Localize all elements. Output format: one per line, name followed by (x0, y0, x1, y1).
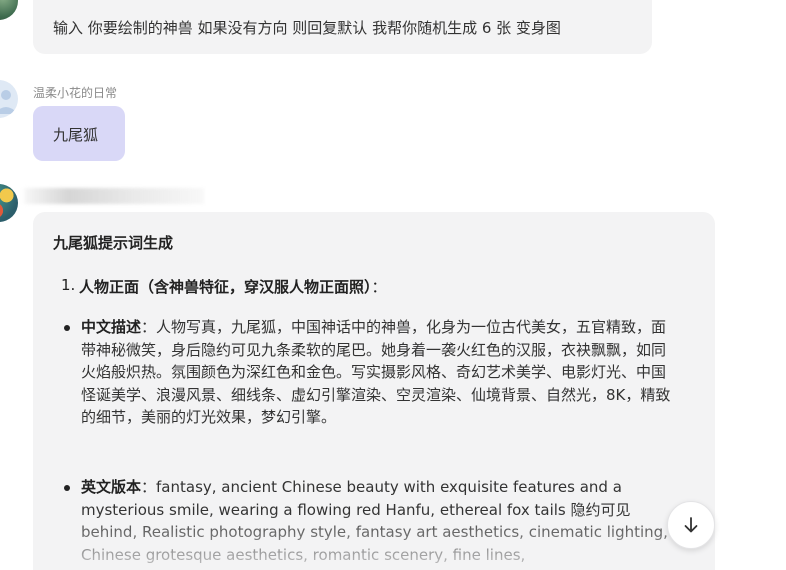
section-1-title-text: 人物正面（含神兽特征，穿汉服人物正面照） (79, 278, 372, 296)
bot-message-bubble: 九尾狐提示词生成 1. 人物正面（含神兽特征，穿汉服人物正面照）： 中文描述：人… (33, 212, 715, 570)
list-item: 英文版本：fantasy, ancient Chinese beauty wit… (64, 476, 671, 566)
section-1-number: 1. (61, 276, 76, 294)
list-item-key: 中文描述 (81, 318, 142, 336)
bot-heading: 九尾狐提示词生成 (53, 234, 174, 252)
user-avatar (0, 80, 18, 118)
user-message-bubble: 九尾狐 (33, 106, 125, 161)
user-message-text: 九尾狐 (53, 126, 99, 144)
list-item-text: 人物写真，九尾狐，中国神话中的神兽，化身为一位古代美女，五官精致，面带神秘微笑，… (81, 318, 671, 427)
list-item: 中文描述：人物写真，九尾狐，中国神话中的神兽，化身为一位古代美女，五官精致，面带… (64, 316, 671, 429)
section-1-suffix: ： (371, 278, 387, 296)
list-item-sep: ： (141, 318, 157, 336)
user-name: 温柔小花的日常 (33, 86, 118, 100)
bullet-dot (64, 485, 70, 491)
list-item-key: 英文版本 (81, 478, 142, 496)
system-message-text: 输入 你要绘制的神兽 如果没有方向 则回复默认 我帮你随机生成 6 张 变身图 (53, 19, 561, 37)
bot-name-blurred (24, 188, 204, 204)
user-avatar-top (0, 0, 18, 20)
list-item-sep: ： (141, 478, 157, 496)
bullet-dot (64, 325, 70, 331)
list-item-text: fantasy, ancient Chinese beauty with exq… (81, 478, 668, 564)
bot-avatar (0, 184, 18, 222)
arrow-down-icon (684, 517, 698, 533)
system-message-bubble: 输入 你要绘制的神兽 如果没有方向 则回复默认 我帮你随机生成 6 张 变身图 (33, 0, 652, 54)
scroll-to-bottom-button[interactable] (667, 501, 715, 549)
person-icon (0, 90, 18, 114)
